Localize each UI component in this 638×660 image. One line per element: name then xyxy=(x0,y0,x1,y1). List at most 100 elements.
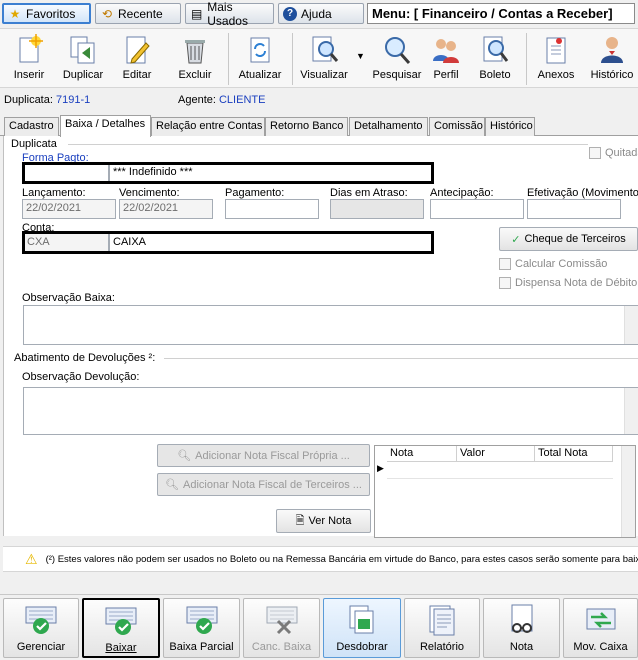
magnifier-icon: 🔍︎ xyxy=(165,479,180,491)
ajuda-button[interactable]: ? Ajuda xyxy=(278,3,364,24)
duplicar-button[interactable]: Duplicar xyxy=(58,29,108,87)
refresh-icon xyxy=(250,37,270,63)
lancamento-input[interactable]: 22/02/2021 xyxy=(22,199,116,219)
recente-button[interactable]: ⟲ Recente xyxy=(95,3,181,24)
canc-baixa-button[interactable]: Canc. Baixa xyxy=(243,598,320,658)
boleto-button[interactable]: Boleto xyxy=(472,29,518,87)
check-icon: ✓ xyxy=(511,233,521,246)
table-row[interactable] xyxy=(387,463,613,479)
profile-users-icon xyxy=(433,39,459,63)
scrollbar[interactable] xyxy=(621,446,635,537)
edit-icon xyxy=(126,36,150,64)
excluir-button[interactable]: Excluir xyxy=(172,29,218,87)
chevron-down-icon[interactable]: ▼ xyxy=(356,51,365,61)
pagamento-input[interactable] xyxy=(225,199,319,219)
section-divider xyxy=(164,358,638,359)
anexos-button[interactable]: Anexos xyxy=(534,29,578,87)
notas-grid[interactable]: Nota Valor Total Nota ▶ xyxy=(374,445,636,538)
footnote-bar: ⚠ (²) Estes valores não podem ser usados… xyxy=(3,546,638,572)
tab-baixa-detalhes[interactable]: Baixa / Detalhes xyxy=(60,115,151,137)
row-indicator-icon: ▶ xyxy=(377,463,384,473)
duplicata-number: 7191-1 xyxy=(55,94,91,106)
gerenciar-button[interactable]: Gerenciar xyxy=(3,598,79,658)
trash-icon xyxy=(185,40,205,64)
baixar-check-icon xyxy=(105,607,137,635)
lancamento-label: Lançamento: xyxy=(22,187,86,199)
toolbar-separator xyxy=(292,33,293,85)
dispensa-nota-checkbox[interactable]: Dispensa Nota de Débito xyxy=(499,277,637,289)
scrollbar[interactable] xyxy=(624,306,638,344)
quitada-checkbox[interactable]: Quitada xyxy=(589,147,638,159)
menu-path: Menu: [ Financeiro / Contas a Receber] xyxy=(367,3,635,24)
new-document-icon xyxy=(19,34,43,63)
tab-cadastro[interactable]: Cadastro xyxy=(4,117,59,136)
scrollbar[interactable] xyxy=(624,388,638,434)
visualizar-button[interactable]: Visualizar xyxy=(298,29,350,87)
nota-button[interactable]: Nota xyxy=(483,598,560,658)
history-user-icon xyxy=(601,37,623,63)
mais-usados-button[interactable]: ▤ Mais Usados xyxy=(185,0,274,28)
add-nf-propria-button[interactable]: 🔍︎ Adicionar Nota Fiscal Própria ... xyxy=(157,444,370,467)
tab-detalhamento[interactable]: Detalhamento xyxy=(349,117,428,136)
perfil-button[interactable]: Perfil xyxy=(426,29,466,87)
boleto-magnifier-icon xyxy=(483,36,509,62)
cancel-x-icon xyxy=(266,606,297,635)
observacao-baixa-textarea[interactable] xyxy=(23,305,638,345)
relatorio-button[interactable]: Relatório xyxy=(404,598,480,658)
cash-movement-icon xyxy=(586,608,615,630)
highlight-conta xyxy=(22,231,434,254)
toolbar-separator xyxy=(526,33,527,85)
grid-header-nota[interactable]: Nota xyxy=(387,446,457,462)
editar-button[interactable]: Editar xyxy=(114,29,160,87)
manage-check-icon xyxy=(25,606,57,634)
historico-button[interactable]: Histórico xyxy=(588,29,636,87)
inserir-button[interactable]: Inserir xyxy=(6,29,52,87)
star-icon: ★ xyxy=(9,6,21,21)
view-magnifier-icon xyxy=(312,36,339,62)
tab-historico[interactable]: Histórico xyxy=(485,117,535,136)
desdobrar-button[interactable]: Desdobrar xyxy=(323,598,401,658)
note-glasses-icon xyxy=(511,604,532,633)
section-divider xyxy=(68,144,588,145)
ver-nota-button[interactable]: 🗎 Ver Nota xyxy=(276,509,371,533)
atualizar-button[interactable]: Atualizar xyxy=(236,29,284,87)
document-view-icon: 🗎 xyxy=(295,514,305,527)
observacao-devolucao-textarea[interactable] xyxy=(23,387,638,435)
grid-header-valor[interactable]: Valor xyxy=(457,446,535,462)
attachment-icon xyxy=(546,37,566,64)
tab-bar: Cadastro Baixa / Detalhes Relação entre … xyxy=(0,115,638,137)
vencimento-label: Vencimento: xyxy=(119,187,180,199)
observacao-baixa-label: Observação Baixa: xyxy=(22,292,115,304)
antecipacao-input[interactable] xyxy=(430,199,524,219)
pesquisar-button[interactable]: Pesquisar xyxy=(372,29,422,87)
toolbar-separator xyxy=(228,33,229,85)
grid-header-total-nota[interactable]: Total Nota xyxy=(535,446,613,462)
agente-value: CLIENTE xyxy=(218,94,266,106)
add-nf-terceiros-button[interactable]: 🔍︎ Adicionar Nota Fiscal de Terceiros ..… xyxy=(157,473,370,496)
footnote-text: (²) Estes valores não podem ser usados n… xyxy=(45,553,638,565)
vencimento-input[interactable]: 22/02/2021 xyxy=(119,199,213,219)
mov-caixa-button[interactable]: Mov. Caixa xyxy=(563,598,638,658)
antecipacao-label: Antecipação: xyxy=(430,187,494,199)
duplicate-icon xyxy=(70,36,95,64)
warning-icon: ⚠ xyxy=(25,550,38,567)
toolbar: Inserir Duplicar Editar Excluir Atualiza… xyxy=(0,28,638,88)
section-abatimento: Abatimento de Devoluções ²: xyxy=(14,352,156,364)
help-icon: ? xyxy=(283,6,297,21)
split-documents-icon xyxy=(349,605,374,634)
efetivacao-input[interactable] xyxy=(527,199,621,219)
efetivacao-label: Efetivação (Movimento) xyxy=(527,187,638,199)
tab-comissao[interactable]: Comissão xyxy=(429,117,485,136)
tab-relacao-contas[interactable]: Relação entre Contas xyxy=(151,117,265,136)
search-icon xyxy=(385,37,411,64)
agente-info: Agente: CLIENTE xyxy=(178,94,266,106)
favoritos-button[interactable]: ★ Favoritos xyxy=(2,3,91,24)
calcular-comissao-checkbox[interactable]: Calcular Comissão xyxy=(499,258,607,270)
tab-retorno-banco[interactable]: Retorno Banco xyxy=(265,117,348,136)
cheque-terceiros-button[interactable]: ✓ Cheque de Terceiros xyxy=(499,227,638,251)
highlight-forma-pagto xyxy=(22,162,434,184)
baixar-button[interactable]: Baixar xyxy=(82,598,160,658)
baixa-parcial-button[interactable]: Baixa Parcial xyxy=(163,598,240,658)
report-icon xyxy=(429,605,455,636)
window-icon: ▤ xyxy=(190,6,203,21)
